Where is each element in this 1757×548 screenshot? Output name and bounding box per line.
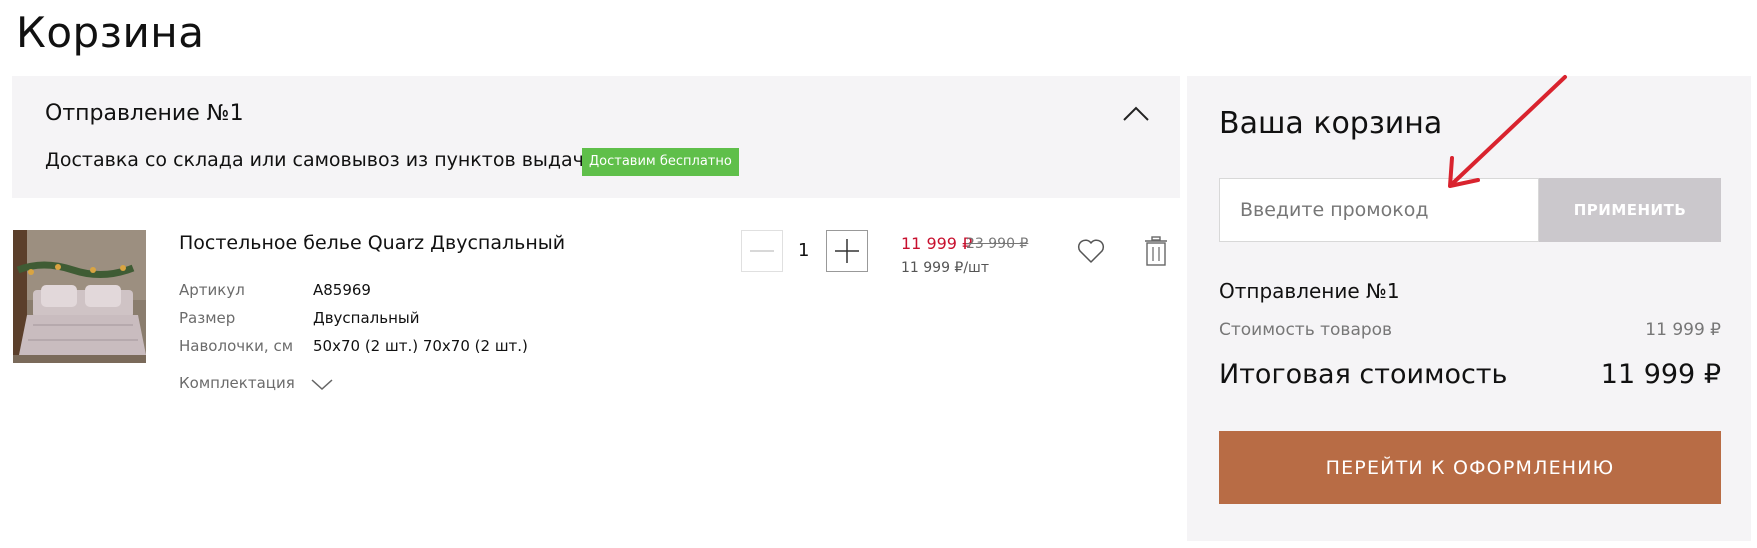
product-name[interactable]: Постельное белье Quarz Двуспальный: [179, 232, 565, 254]
chevron-down-icon: [311, 379, 333, 391]
apply-promo-button[interactable]: ПРИМЕНИТЬ: [1539, 178, 1721, 242]
summary-shipment-title: Отправление №1: [1219, 279, 1400, 303]
attr-label-article: Артикул: [179, 281, 245, 299]
quantity-decrease-button[interactable]: [741, 230, 783, 272]
attr-value-article: A85969: [313, 281, 371, 299]
product-image[interactable]: [13, 230, 146, 363]
page-title: Корзина: [16, 8, 205, 57]
attr-label-size: Размер: [179, 309, 236, 327]
checkout-button[interactable]: ПЕРЕЙТИ К ОФОРМЛЕНИЮ: [1219, 431, 1721, 504]
trash-icon: [1145, 236, 1167, 266]
summary-title: Ваша корзина: [1219, 106, 1443, 141]
attr-label-pillowcases: Наволочки, см: [179, 337, 294, 355]
promo-code-input[interactable]: [1219, 178, 1539, 242]
shipment-title: Отправление №1: [45, 101, 244, 126]
total-cost-value: 11 999 ₽: [1600, 359, 1721, 390]
chevron-up-icon: [1123, 106, 1149, 121]
collapse-shipment-button[interactable]: [1116, 100, 1156, 130]
completeness-toggle[interactable]: [309, 374, 335, 394]
shipment-header: Отправление №1 Доставка со склада или са…: [12, 76, 1180, 198]
quantity-value: 1: [798, 240, 810, 261]
completeness-toggle-label[interactable]: Комплектация: [179, 374, 295, 392]
goods-cost-label: Стоимость товаров: [1219, 320, 1393, 340]
shipment-description: Доставка со склада или самовывоз из пунк…: [45, 149, 597, 171]
heart-icon: [1077, 239, 1105, 263]
total-cost-label: Итоговая стоимость: [1219, 359, 1508, 390]
old-price: 23 990 ₽: [966, 236, 1029, 252]
product-photo: [13, 230, 146, 363]
attr-value-pillowcases: 50х70 (2 шт.) 70х70 (2 шт.): [313, 337, 528, 355]
add-to-favorites-button[interactable]: [1076, 236, 1106, 266]
attr-value-size: Двуспальный: [313, 309, 420, 327]
remove-item-button[interactable]: [1143, 235, 1169, 267]
quantity-increase-button[interactable]: [826, 230, 868, 272]
unit-price: 11 999 ₽/шт: [901, 260, 990, 276]
free-delivery-badge: Доставим бесплатно: [582, 148, 739, 176]
cart-summary: Ваша корзина ПРИМЕНИТЬ Отправление №1 Ст…: [1187, 76, 1751, 541]
goods-cost-value: 11 999 ₽: [1645, 320, 1721, 340]
minus-icon: [750, 250, 774, 252]
plus-icon: [835, 239, 859, 263]
current-price: 11 999 ₽: [901, 234, 973, 253]
